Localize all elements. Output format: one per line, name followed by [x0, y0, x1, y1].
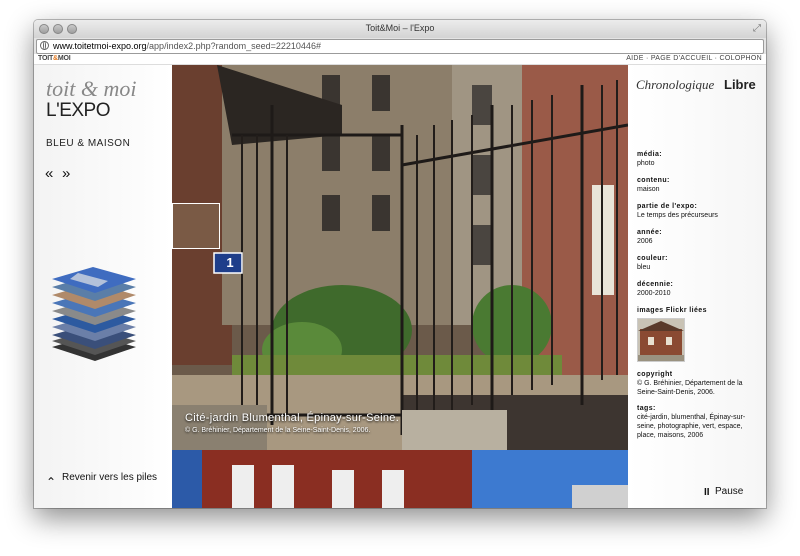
brand-title: toit & moi: [46, 76, 137, 101]
pause-icon: II: [704, 487, 710, 498]
browser-window: Toit&Moi – l'Expo ⤢ www.toitetmoi-expo.o…: [34, 20, 766, 508]
site-logo[interactable]: TOIT&MOI: [38, 55, 71, 62]
url-text: www.toitetmoi-expo.org/app/index2.php?ra…: [53, 41, 321, 51]
url-input[interactable]: www.toitetmoi-expo.org/app/index2.php?ra…: [36, 39, 764, 54]
meta-couleur: couleur: bleu: [637, 255, 668, 271]
top-links[interactable]: AIDE · PAGE D'ACCUEIL · COLOPHON: [626, 55, 762, 62]
site-top-bar: TOIT&MOI AIDE · PAGE D'ACCUEIL · COLOPHO…: [34, 54, 766, 65]
meta-decennie: décennie: 2000-2010: [637, 281, 674, 297]
flickr-image: [638, 319, 684, 361]
meta-annee: année: 2006: [637, 229, 662, 245]
stack-thumbnail[interactable]: [172, 203, 220, 249]
mode-libre-link[interactable]: Libre: [724, 77, 756, 92]
address-bar: www.toitetmoi-expo.org/app/index2.php?ra…: [34, 38, 766, 55]
meta-tags: tags: cité-jardin, blumenthal, Épinay-sur…: [637, 405, 746, 439]
globe-icon: [40, 41, 49, 50]
meta-contenu: contenu: maison: [637, 177, 670, 193]
meta-partie: partie de l'expo: Le temps des précurseur…: [637, 203, 718, 219]
mode-chronologique-link[interactable]: Chronologique: [636, 77, 714, 93]
meta-flickr: images Flickr liées: [637, 307, 707, 314]
previous-button[interactable]: «: [45, 165, 53, 182]
pause-button[interactable]: Pause: [715, 486, 743, 497]
next-button[interactable]: »: [62, 165, 70, 182]
photo-caption: Cité-jardin Blumenthal, Épinay-sur-Seine…: [185, 412, 400, 424]
fullscreen-icon[interactable]: ⤢: [753, 23, 761, 34]
flickr-thumbnail[interactable]: [637, 318, 685, 362]
photo-image: [172, 65, 628, 508]
left-panel: toit & moi L'EXPO BLEU & MAISON « » ⌃ Re…: [34, 65, 172, 508]
back-to-stacks-link[interactable]: Revenir vers les piles: [62, 471, 162, 485]
right-panel: Chronologique Libre média: photo contenu:…: [628, 65, 766, 508]
collection-title: BLEU & MAISON: [46, 138, 131, 149]
photo-stack-icon[interactable]: [48, 265, 138, 365]
meta-media: média: photo: [637, 151, 662, 167]
title-bar: Toit&Moi – l'Expo ⤢: [34, 20, 766, 39]
main-photo[interactable]: 1 Cité-jardin Blumenthal, Épinay-sur-Sei…: [172, 65, 628, 508]
photo-credit: © G. Bréhinier, Département de la Seine-…: [185, 427, 371, 434]
window-title: Toit&Moi – l'Expo: [365, 23, 435, 33]
chevron-up-icon: ⌃: [46, 475, 57, 489]
meta-copyright: copyright © G. Bréhinier, Département de …: [637, 371, 743, 396]
brand-expo: L'EXPO: [46, 100, 111, 121]
street-sign-number: 1: [226, 255, 234, 270]
